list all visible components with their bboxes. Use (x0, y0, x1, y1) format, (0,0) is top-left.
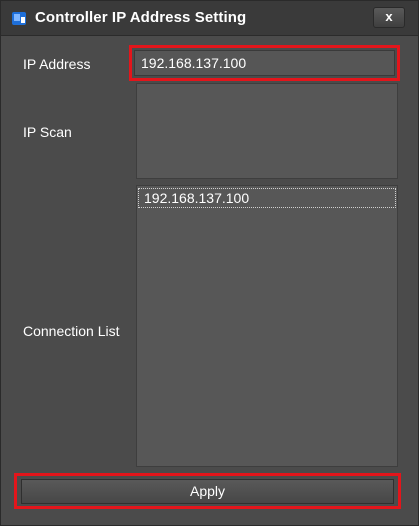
title-bar: Controller IP Address Setting x (1, 1, 418, 36)
connection-list[interactable]: 192.168.137.100 (136, 185, 398, 467)
connection-list-label: Connection List (23, 323, 120, 339)
close-button[interactable]: x (373, 7, 405, 28)
ip-scan-list[interactable] (136, 83, 398, 179)
ip-setting-window: Controller IP Address Setting x IP Addre… (0, 0, 419, 526)
app-icon (12, 12, 26, 25)
apply-button[interactable]: Apply (21, 479, 394, 504)
ip-address-input[interactable] (134, 50, 395, 76)
close-icon: x (385, 9, 393, 24)
ip-scan-label: IP Scan (23, 124, 72, 140)
window-title: Controller IP Address Setting (35, 9, 247, 26)
list-item[interactable]: 192.168.137.100 (138, 188, 396, 208)
ip-address-label: IP Address (23, 56, 91, 72)
